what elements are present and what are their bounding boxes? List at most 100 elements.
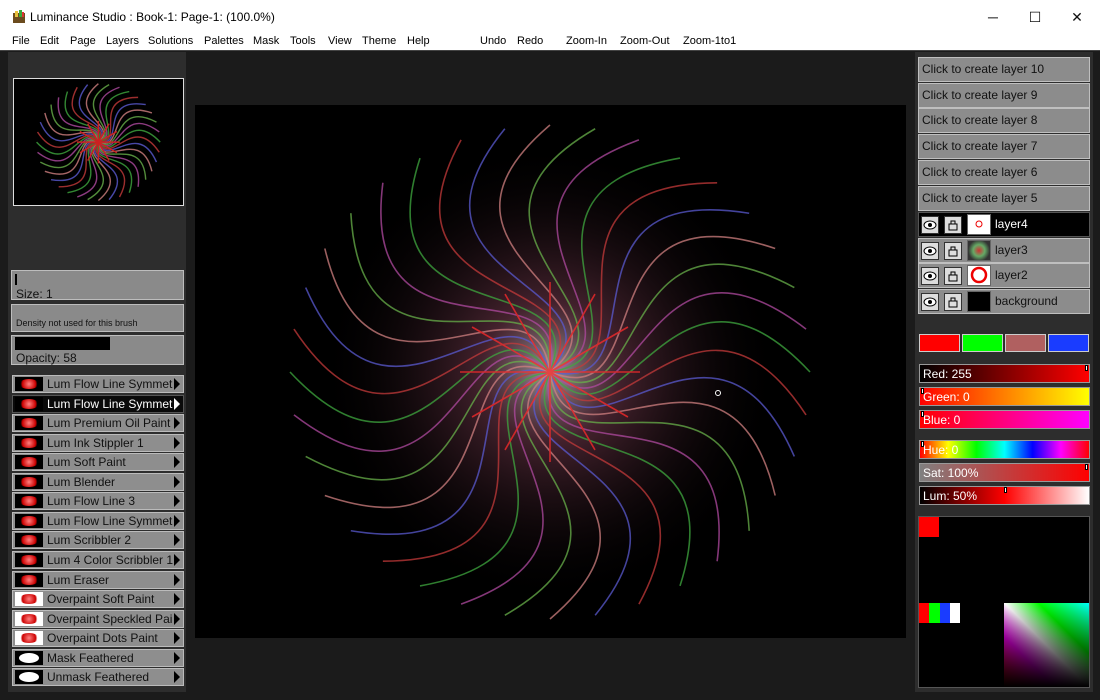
create-layer-button[interactable]: Click to create layer 5	[918, 185, 1090, 211]
expand-arrow-icon[interactable]	[174, 417, 180, 430]
lock-icon[interactable]	[944, 216, 962, 234]
menu-palettes[interactable]: Palettes	[204, 34, 244, 48]
menu-edit[interactable]: Edit	[40, 34, 59, 48]
brush-item[interactable]: Unmask Feathered	[12, 668, 184, 687]
blue-slider[interactable]: Blue: 0	[919, 410, 1090, 429]
expand-arrow-icon[interactable]	[174, 514, 180, 527]
expand-arrow-icon[interactable]	[174, 436, 180, 449]
visibility-eye-icon[interactable]	[921, 216, 939, 234]
density-control[interactable]: Density not used for this brush	[11, 304, 184, 332]
expand-arrow-icon[interactable]	[174, 612, 180, 625]
menu-mask[interactable]: Mask	[253, 34, 279, 48]
maximize-button[interactable]: ☐	[1012, 0, 1058, 34]
hue-slider[interactable]: Hue: 0	[919, 440, 1090, 459]
menu-layers[interactable]: Layers	[106, 34, 139, 48]
brush-label: Lum Soft Paint	[47, 455, 126, 470]
color-swatch-2[interactable]	[962, 334, 1003, 352]
lock-icon[interactable]	[944, 267, 962, 286]
brush-item[interactable]: Overpaint Dots Paint	[12, 629, 184, 648]
expand-arrow-icon[interactable]	[174, 671, 180, 684]
expand-arrow-icon[interactable]	[174, 475, 180, 488]
brush-item[interactable]: Lum Soft Paint	[12, 453, 184, 472]
layer-row[interactable]: layer4	[918, 212, 1090, 237]
layer-name: background	[995, 294, 1058, 309]
layer-row[interactable]: layer3	[918, 237, 1090, 263]
undo-button[interactable]: Undo	[480, 34, 506, 48]
brush-label: Unmask Feathered	[47, 670, 150, 685]
create-layer-button[interactable]: Click to create layer 7	[918, 134, 1090, 160]
saturation-slider-knob[interactable]	[1085, 464, 1088, 470]
expand-arrow-icon[interactable]	[174, 495, 180, 508]
unmask-feathered-icon	[15, 670, 43, 685]
color-swatch-1[interactable]	[919, 334, 960, 352]
brush-item[interactable]: Overpaint Soft Paint	[12, 590, 184, 609]
luminance-label: Lum: 50%	[923, 489, 978, 503]
expand-arrow-icon[interactable]	[174, 534, 180, 547]
color-gradient-picker[interactable]	[1004, 603, 1089, 687]
zoom-in-button[interactable]: Zoom-In	[566, 34, 607, 48]
brush-label: Lum Flow Line Symmetr	[47, 377, 173, 391]
menu-page[interactable]: Page	[70, 34, 96, 48]
red-slider[interactable]: Red: 255	[919, 364, 1090, 383]
menu-view[interactable]: View	[328, 34, 352, 48]
expand-arrow-icon[interactable]	[174, 378, 180, 390]
brush-label: Mask Feathered	[47, 650, 134, 665]
layer-row[interactable]: background	[918, 289, 1090, 315]
brush-item[interactable]: Lum Flow Line Symmetr	[12, 375, 184, 393]
lock-icon[interactable]	[944, 241, 962, 260]
brush-label: Lum Flow Line 3	[47, 494, 136, 509]
create-layer-button[interactable]: Click to create layer 9	[918, 82, 1090, 108]
expand-arrow-icon[interactable]	[174, 553, 180, 566]
red-slider-knob[interactable]	[1085, 365, 1088, 371]
layer-row[interactable]: layer2	[918, 263, 1090, 289]
brush-item[interactable]: Overpaint Speckled Pain	[12, 609, 184, 628]
color-swatch-3[interactable]	[1005, 334, 1046, 352]
expand-arrow-icon[interactable]	[174, 632, 180, 645]
visibility-eye-icon[interactable]	[921, 241, 939, 260]
zoom-out-button[interactable]: Zoom-Out	[620, 34, 670, 48]
size-control[interactable]: Size: 1	[11, 270, 184, 301]
painting-canvas[interactable]	[195, 105, 906, 638]
current-color-swatch[interactable]	[919, 517, 939, 537]
navigator-preview[interactable]	[13, 78, 184, 206]
redo-button[interactable]: Redo	[517, 34, 543, 48]
expand-arrow-icon[interactable]	[174, 573, 180, 586]
visibility-eye-icon[interactable]	[921, 293, 939, 312]
brush-item[interactable]: Lum Ink Stippler 1	[12, 433, 184, 452]
brush-item[interactable]: Lum Blender	[12, 472, 184, 491]
minimize-button[interactable]: ─	[970, 0, 1016, 34]
hue-label: Hue: 0	[923, 443, 959, 457]
luminance-slider[interactable]: Lum: 50%	[919, 486, 1090, 505]
recent-colors[interactable]	[919, 603, 960, 623]
layer-name: layer4	[995, 217, 1028, 231]
luminance-slider-knob[interactable]	[1004, 487, 1007, 493]
brush-item[interactable]: Lum Flow Line Symmetr	[12, 511, 184, 530]
close-button[interactable]: ✕	[1054, 0, 1100, 34]
brush-item[interactable]: Mask Feathered	[12, 648, 184, 667]
brush-item[interactable]: Lum Eraser	[12, 570, 184, 589]
create-layer-button[interactable]: Click to create layer 10	[918, 57, 1090, 82]
zoom-1to1-button[interactable]: Zoom-1to1	[683, 34, 736, 48]
lock-icon[interactable]	[944, 293, 962, 312]
create-layer-button[interactable]: Click to create layer 6	[918, 159, 1090, 185]
brush-item[interactable]: Lum Premium Oil Paint	[12, 414, 184, 433]
menu-file[interactable]: File	[12, 34, 30, 48]
menu-help[interactable]: Help	[407, 34, 430, 48]
brush-item[interactable]: Lum Flow Line 3	[12, 492, 184, 511]
visibility-eye-icon[interactable]	[921, 267, 939, 286]
brush-item[interactable]: Lum Flow Line Symmetr	[12, 394, 184, 413]
create-layer-button[interactable]: Click to create layer 8	[918, 108, 1090, 134]
expand-arrow-icon[interactable]	[174, 593, 180, 606]
green-slider[interactable]: Green: 0	[919, 387, 1090, 406]
expand-arrow-icon[interactable]	[174, 651, 180, 664]
opacity-control[interactable]: Opacity: 58	[11, 335, 184, 365]
color-swatch-4[interactable]	[1048, 334, 1089, 352]
brush-item[interactable]: Lum 4 Color Scribbler 1	[12, 550, 184, 569]
menu-solutions[interactable]: Solutions	[148, 34, 193, 48]
expand-arrow-icon[interactable]	[174, 397, 180, 410]
expand-arrow-icon[interactable]	[174, 456, 180, 469]
brush-item[interactable]: Lum Scribbler 2	[12, 531, 184, 550]
saturation-slider[interactable]: Sat: 100%	[919, 463, 1090, 482]
menu-theme[interactable]: Theme	[362, 34, 396, 48]
menu-tools[interactable]: Tools	[290, 34, 316, 48]
